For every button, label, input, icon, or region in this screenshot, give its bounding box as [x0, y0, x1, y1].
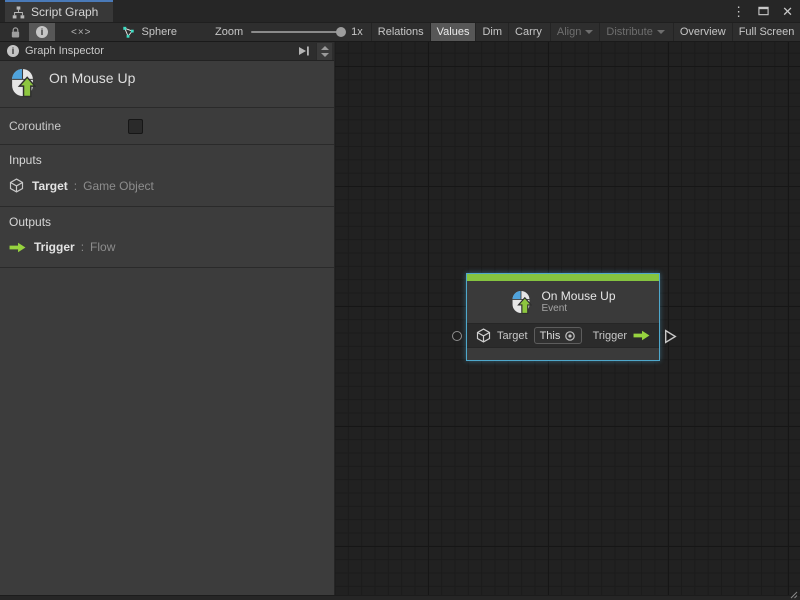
toolbar-button-fullscreen[interactable]: Full Screen	[732, 23, 800, 41]
cube-icon	[476, 328, 491, 343]
close-icon[interactable]: ✕	[782, 5, 793, 18]
code-view-button[interactable]: <×>	[55, 23, 108, 41]
toolbar-button-dim[interactable]: Dim	[475, 23, 508, 41]
window-menu-icon[interactable]: ⋮	[732, 5, 745, 18]
coroutine-checkbox[interactable]	[128, 119, 143, 134]
resize-grip-icon[interactable]	[790, 591, 798, 599]
event-node-on-mouse-up[interactable]: On Mouse Up Event Target This	[466, 273, 660, 361]
inspector-header-controls	[295, 43, 332, 60]
node-input-port-group: Target This	[476, 327, 582, 344]
graph-inspector-header: i Graph Inspector	[0, 42, 334, 61]
info-icon: i	[7, 45, 19, 57]
outputs-header: Outputs	[9, 215, 325, 229]
graph-hierarchy-icon	[12, 6, 25, 19]
node-footer	[467, 348, 659, 360]
port-separator: :	[74, 179, 77, 193]
inputs-section: Inputs Target : Game Object	[0, 145, 334, 207]
coroutine-row: Coroutine	[0, 108, 334, 145]
graph-inspector-panel: i Graph Inspector On Mouse Up	[0, 42, 335, 595]
output-port-label: Trigger	[593, 330, 627, 342]
toolbar-button-values[interactable]: Values	[430, 23, 476, 41]
mouse-up-icon	[9, 67, 36, 98]
tab-label: Script Graph	[31, 5, 98, 19]
port-type: Game Object	[83, 179, 154, 193]
output-row-trigger: Trigger : Flow	[9, 240, 325, 254]
node-title: On Mouse Up	[541, 289, 615, 303]
input-row-target: Target : Game Object	[9, 178, 325, 193]
cube-icon	[9, 178, 24, 193]
context-label: Sphere	[142, 26, 177, 38]
toolbar-button-carry[interactable]: Carry	[508, 23, 548, 41]
info-icon: i	[36, 26, 48, 38]
lock-button[interactable]	[0, 23, 29, 41]
flow-arrow-icon	[9, 242, 26, 253]
toolbar-button-distribute[interactable]: Distribute	[599, 23, 670, 41]
node-subtitle: Event	[541, 303, 615, 315]
inspector-unit-title: On Mouse Up	[49, 67, 135, 86]
tab-bar: Script Graph ⋮ ✕	[0, 0, 800, 22]
target-picker-icon	[564, 330, 576, 342]
node-accent-bar	[467, 274, 659, 281]
port-separator: :	[81, 240, 84, 254]
target-value-button[interactable]: This	[534, 327, 583, 344]
port-type: Flow	[90, 240, 115, 254]
node-header[interactable]: On Mouse Up Event	[467, 281, 659, 324]
window-controls: ⋮ ✕	[732, 0, 793, 22]
toolbar-button-relations[interactable]: Relations	[371, 23, 430, 41]
zoom-label: Zoom	[215, 26, 243, 38]
mouse-up-icon	[510, 289, 532, 315]
node-port-row: Target This Trigger	[467, 324, 659, 348]
graph-inspector-title: Graph Inspector	[25, 45, 104, 57]
graph-context-breadcrumb[interactable]: Sphere	[108, 23, 185, 41]
graph-pointer-icon	[122, 26, 135, 39]
input-port-label: Target	[497, 330, 528, 342]
unity-script-graph-window: { "titlebar": { "tab": { "label": "Scrip…	[0, 0, 800, 600]
lock-icon	[10, 26, 21, 39]
scroll-up-icon[interactable]	[321, 46, 329, 50]
chevron-down-icon	[657, 30, 665, 34]
toolbar-button-align[interactable]: Align	[550, 23, 599, 41]
port-name: Target	[32, 179, 68, 193]
node-output-connection-port[interactable]	[664, 329, 677, 344]
toolbar-button-overview[interactable]: Overview	[673, 23, 732, 41]
inputs-header: Inputs	[9, 153, 325, 167]
code-icon: <×>	[71, 27, 92, 38]
flow-arrow-icon	[633, 330, 650, 341]
zoom-value: 1x	[351, 26, 363, 38]
graph-toolbar: i <×> Sphere Zoom 1x Relations Values Di…	[0, 22, 800, 42]
maximize-icon[interactable]	[758, 6, 769, 16]
port-name: Trigger	[34, 240, 75, 254]
scroll-down-icon[interactable]	[321, 53, 329, 57]
inspector-toggle-button[interactable]: i	[29, 23, 55, 41]
coroutine-label: Coroutine	[9, 119, 61, 133]
chevron-down-icon	[585, 30, 593, 34]
node-input-connection-port[interactable]	[452, 331, 462, 341]
node-output-port-group: Trigger	[593, 330, 650, 342]
tab-script-graph[interactable]: Script Graph	[5, 0, 113, 22]
outputs-section: Outputs Trigger : Flow	[0, 207, 334, 268]
dock-panel-icon[interactable]	[295, 45, 313, 57]
zoom-slider-handle[interactable]	[336, 27, 346, 37]
zoom-control: Zoom 1x	[185, 23, 371, 41]
window-bottom-edge	[0, 595, 800, 600]
panel-scrubber[interactable]	[316, 43, 332, 60]
zoom-slider[interactable]	[251, 31, 343, 33]
inspector-unit-header: On Mouse Up	[0, 61, 334, 108]
